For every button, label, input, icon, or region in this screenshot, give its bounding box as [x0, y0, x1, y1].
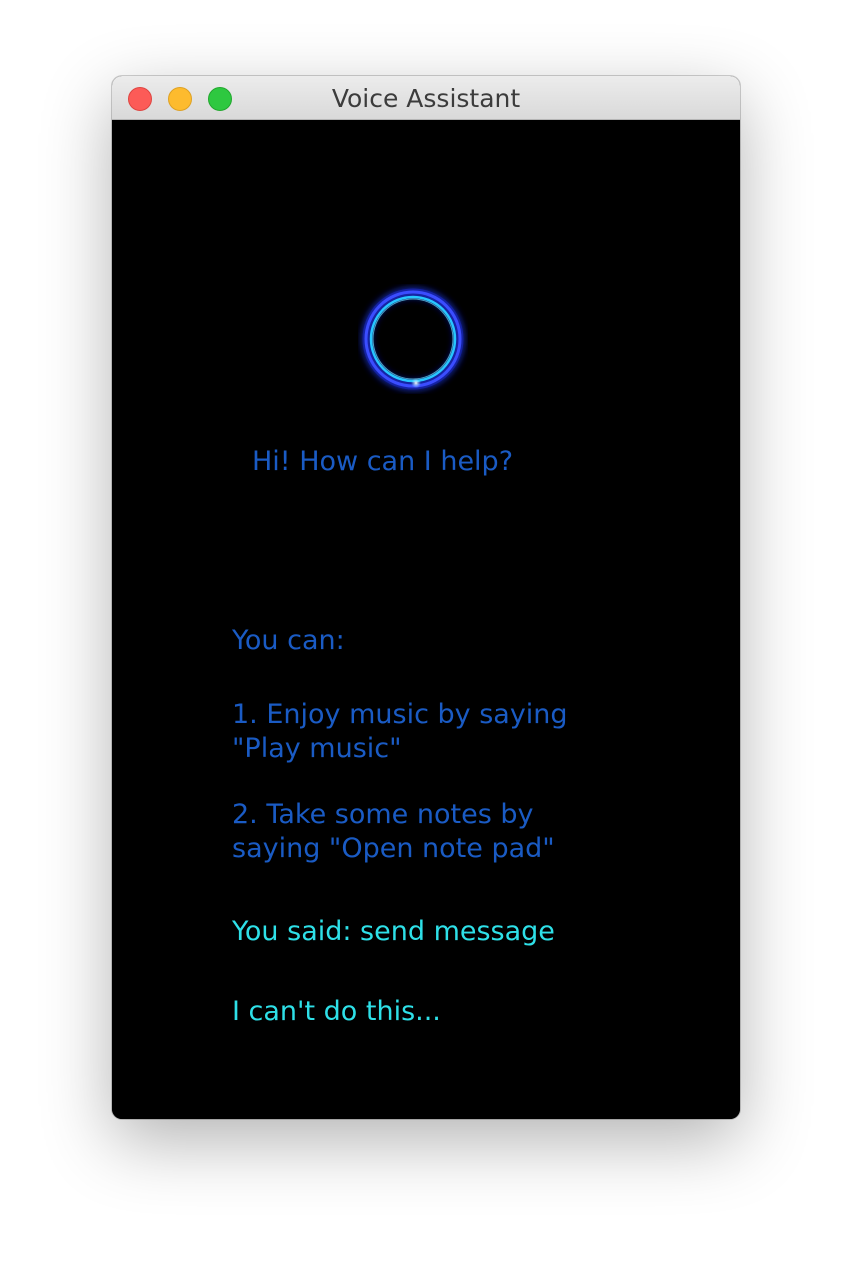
- help-item-line: 1. Enjoy music by saying: [232, 699, 568, 730]
- assistant-response-text: I can't do this...: [232, 996, 441, 1027]
- help-item-line: 2. Take some notes by: [232, 799, 534, 830]
- desktop: Voice Assistant Hi! How can I help? You …: [0, 0, 852, 1268]
- user-speech-text: You said: send message: [232, 916, 555, 947]
- help-item-line: "Play music": [232, 733, 402, 764]
- help-item-note-pad: 2. Take some notes by saying "Open note …: [232, 798, 555, 866]
- glowing-ring-icon[interactable]: [358, 284, 468, 394]
- app-window: Voice Assistant Hi! How can I help? You …: [112, 76, 740, 1119]
- greeting-text: Hi! How can I help?: [252, 446, 514, 477]
- help-item-line: saying "Open note pad": [232, 833, 555, 864]
- window-title: Voice Assistant: [331, 84, 521, 113]
- help-item-play-music: 1. Enjoy music by saying "Play music": [232, 698, 568, 766]
- title-bar[interactable]: Voice Assistant: [112, 76, 740, 120]
- assistant-panel: Hi! How can I help? You can: 1. Enjoy mu…: [112, 120, 740, 1119]
- help-heading: You can:: [232, 625, 345, 656]
